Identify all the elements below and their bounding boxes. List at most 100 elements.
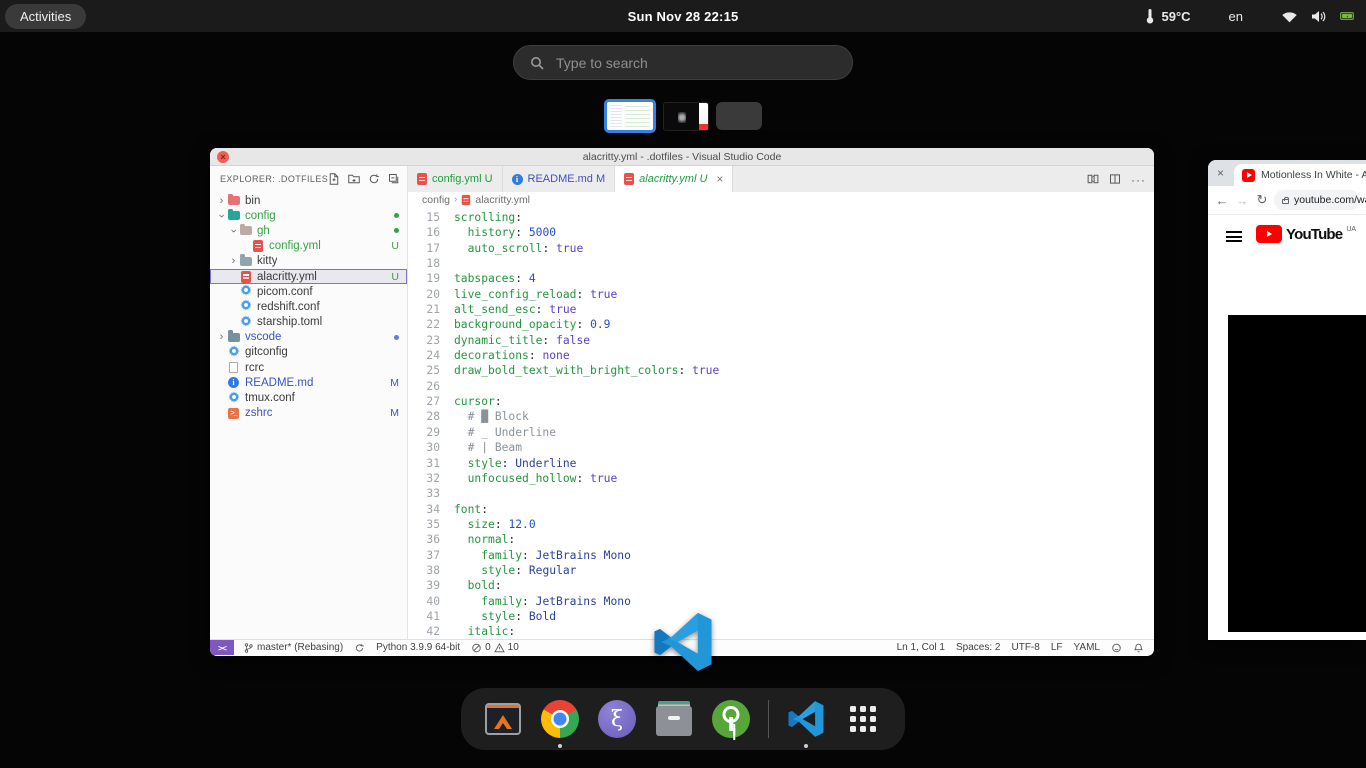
code-text: italic: [454, 624, 515, 639]
status-item[interactable]: Ln 1, Col 1 [897, 642, 945, 653]
tree-item-gitconfig[interactable]: gitconfig [210, 345, 407, 360]
tree-item-icon-wrap [227, 377, 240, 388]
window-close-button[interactable]: × [217, 151, 229, 163]
more-icon[interactable]: ··· [1131, 173, 1144, 186]
tree-item-bin[interactable]: ›bin [210, 193, 407, 208]
tree-item-gh[interactable]: ›gh [210, 223, 407, 238]
tab-config.yml[interactable]: config.yml U [408, 166, 503, 192]
chevron-icon[interactable]: › [216, 331, 227, 343]
vscode-app-icon[interactable] [787, 700, 825, 738]
youtube-logo[interactable]: YouTube UA [1256, 225, 1356, 243]
refresh-icon[interactable] [368, 173, 381, 186]
chrome-tab[interactable]: Motionless In White - A [1234, 164, 1366, 186]
tree-item-starship.toml[interactable]: starship.toml [210, 315, 407, 330]
tree-item-icon-wrap [251, 240, 264, 252]
clock[interactable]: Sun Nov 28 22:15 [628, 9, 739, 24]
chrome-tab-strip: × Motionless In White - A [1208, 160, 1366, 186]
feedback-icon [1111, 642, 1122, 653]
video-player[interactable] [1228, 315, 1366, 632]
tab-close-icon[interactable]: × [716, 172, 723, 186]
line-number: 25 [408, 363, 454, 378]
tree-item-config.yml[interactable]: config.ymlU [210, 239, 407, 254]
dock-item-appgrid[interactable] [843, 699, 883, 739]
status-item[interactable]: Python 3.9.9 64-bit [376, 642, 460, 653]
tab-label: config.yml U [432, 173, 493, 185]
tree-item-kitty[interactable]: ›kitty [210, 254, 407, 269]
code-line: 16 history: 5000 [408, 225, 1154, 240]
code-text: cursor: [454, 394, 502, 409]
tab-README.md[interactable]: README.md M [503, 166, 616, 192]
reload-button[interactable]: ↻ [1254, 192, 1270, 208]
tree-item-README.md[interactable]: README.mdM [210, 375, 407, 390]
status-item[interactable]: 010 [471, 642, 519, 653]
line-number: 17 [408, 241, 454, 256]
code-line: 18 [408, 256, 1154, 271]
youtube-favicon [1242, 169, 1255, 182]
split-icon[interactable] [1109, 173, 1122, 186]
tree-item-picom.conf[interactable]: picom.conf [210, 284, 407, 299]
tree-item-vscode[interactable]: ›vscode [210, 330, 407, 345]
openchanges-icon[interactable] [1087, 173, 1100, 186]
forward-button[interactable]: → [1234, 193, 1250, 208]
dock-item-emacs[interactable]: ξ [597, 699, 637, 739]
chevron-icon[interactable]: › [228, 225, 240, 236]
activities-button[interactable]: Activities [5, 4, 86, 29]
code-editor[interactable]: 15scrolling:16 history: 500017 auto_scro… [408, 207, 1154, 639]
folder-icon [228, 333, 240, 342]
collapse-icon[interactable] [388, 173, 401, 186]
tab-alacritty.yml[interactable]: alacritty.yml U× [615, 166, 733, 192]
search-bar[interactable]: Type to search [513, 45, 853, 80]
dock-item-passwords[interactable] [711, 699, 751, 739]
line-number: 32 [408, 471, 454, 486]
dock-item-vscode[interactable] [786, 699, 826, 739]
status-item[interactable]: YAML [1074, 642, 1101, 653]
dock-item-files[interactable] [654, 699, 694, 739]
dock-item-alacritty[interactable] [483, 699, 523, 739]
chevron-icon[interactable]: › [228, 255, 239, 267]
code-text: dynamic_title: false [454, 333, 590, 348]
code-line: 25draw_bold_text_with_bright_colors: tru… [408, 363, 1154, 378]
chevron-icon[interactable]: › [216, 210, 228, 221]
workspace-thumbnail-new[interactable] [716, 102, 762, 130]
tab-close-icon[interactable]: × [1217, 166, 1224, 180]
workspace-thumbnail-2[interactable] [663, 102, 709, 131]
remote-indicator[interactable]: >< [210, 640, 234, 655]
vscode-window[interactable]: × alacritty.yml - .dotfiles - Visual Stu… [210, 148, 1154, 656]
status-item[interactable]: LF [1051, 642, 1063, 653]
status-item[interactable] [1111, 642, 1122, 653]
status-item[interactable] [1133, 642, 1144, 653]
alacritty-icon [485, 703, 521, 735]
line-number: 38 [408, 563, 454, 578]
status-item[interactable]: UTF-8 [1011, 642, 1039, 653]
address-bar[interactable]: youtube.com/wa [1274, 190, 1360, 210]
system-tray[interactable]: 59°C en [1145, 9, 1354, 24]
yaml-file-icon [462, 194, 471, 204]
vscode-app-icon[interactable] [652, 611, 714, 673]
newfile-icon[interactable] [328, 173, 341, 186]
tree-item-alacritty.yml[interactable]: alacritty.ymlU [210, 269, 407, 284]
newfolder-icon[interactable] [348, 173, 361, 186]
tree-item-tmux.conf[interactable]: tmux.conf [210, 390, 407, 405]
tree-item-config[interactable]: ›config [210, 208, 407, 223]
dock: ξ [461, 688, 905, 750]
hamburger-menu-icon[interactable] [1226, 231, 1242, 242]
back-button[interactable]: ← [1214, 193, 1230, 208]
breadcrumb[interactable]: config › alacritty.yml [408, 192, 1154, 207]
status-item[interactable]: Spaces: 2 [956, 642, 1000, 653]
breadcrumb-folder[interactable]: config [422, 194, 450, 206]
status-item[interactable] [354, 642, 365, 653]
tree-item-redshift.conf[interactable]: redshift.conf [210, 299, 407, 314]
keyboard-layout[interactable]: en [1229, 9, 1243, 24]
breadcrumb-file[interactable]: alacritty.yml [475, 194, 530, 206]
code-text: family: JetBrains Mono [454, 548, 631, 563]
workspace-thumbnail-1[interactable] [604, 99, 656, 133]
chrome-window[interactable]: × Motionless In White - A ← → ↻ youtube.… [1208, 160, 1366, 640]
tree-item-icon-wrap [227, 362, 240, 373]
code-text: draw_bold_text_with_bright_colors: true [454, 363, 719, 378]
status-item[interactable]: master* (Rebasing) [243, 642, 343, 653]
line-number: 16 [408, 225, 454, 240]
tree-item-rcrc[interactable]: rcrc [210, 360, 407, 375]
dock-item-chrome[interactable] [540, 699, 580, 739]
tree-item-zshrc[interactable]: zshrcM [210, 406, 407, 421]
chevron-icon[interactable]: › [216, 195, 227, 207]
